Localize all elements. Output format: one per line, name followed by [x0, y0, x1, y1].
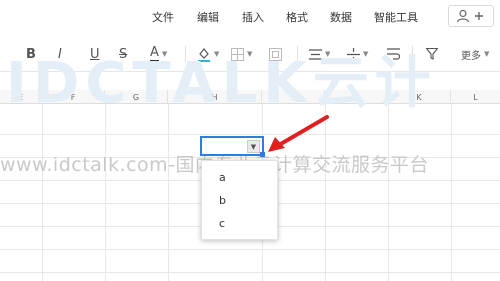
watermark-logo: IDCTALK云计 — [6, 51, 437, 116]
row-line — [0, 272, 500, 273]
menu-insert[interactable]: 插入 — [242, 9, 264, 25]
menu-data[interactable]: 数据 — [330, 9, 352, 25]
column-line — [168, 104, 169, 281]
cell-dropdown-button[interactable]: ▼ — [247, 140, 260, 153]
share-button[interactable] — [448, 5, 494, 27]
dropdown-option-b[interactable]: b — [219, 194, 226, 207]
dropdown-option-a[interactable]: a — [219, 171, 226, 184]
column-line — [42, 104, 43, 281]
menu-bar: 文件 编辑 插入 格式 数据 智能工具 — [0, 0, 500, 32]
chevron-down-icon: ▼ — [484, 50, 490, 58]
more-button[interactable]: 更多 ▼ — [461, 44, 489, 64]
validation-dropdown: a b c — [201, 160, 278, 240]
column-line — [105, 104, 106, 281]
row-line — [0, 134, 500, 135]
person-plus-icon — [456, 9, 483, 23]
annotation-arrow-icon — [268, 115, 329, 152]
menu-edit[interactable]: 编辑 — [197, 9, 219, 25]
chevron-down-icon: ▼ — [250, 142, 257, 151]
dropdown-option-c[interactable]: c — [219, 217, 225, 230]
menu-smart-tools[interactable]: 智能工具 — [374, 9, 418, 25]
menu-file[interactable]: 文件 — [152, 9, 174, 25]
column-header-l[interactable]: L — [451, 90, 500, 104]
column-line — [451, 104, 452, 281]
row-line — [0, 249, 500, 250]
column-line — [388, 104, 389, 281]
more-label: 更多 — [461, 50, 481, 62]
menu-format[interactable]: 格式 — [286, 9, 308, 25]
